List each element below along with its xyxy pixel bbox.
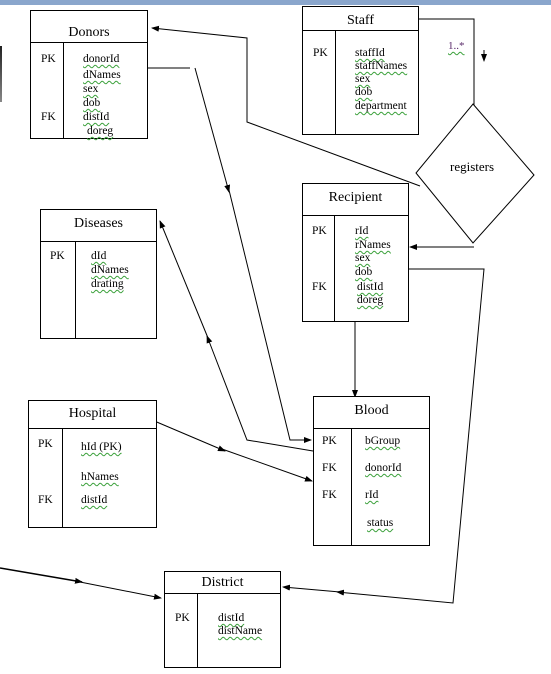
entity-title: Diseases: [41, 210, 156, 242]
recipient-district-line-b: [282, 584, 341, 593]
key-label: PK: [322, 435, 337, 447]
entity-donors: Donors PK FK donorId dNames sex dob distId doreg: [30, 10, 148, 139]
attribute: dob: [355, 266, 373, 278]
attribute: status: [367, 517, 394, 529]
attribute: dob: [83, 97, 101, 109]
key-label: PK: [50, 250, 65, 262]
key-label: FK: [322, 489, 337, 501]
donors-blood-line-b: [194, 67, 231, 193]
cardinality-label: 1..*: [448, 40, 465, 52]
attribute: distId: [357, 281, 384, 293]
hospital-blood-line: [151, 419, 226, 452]
column-divider: [334, 216, 335, 321]
column-divider: [335, 31, 336, 134]
key-label: PK: [175, 612, 190, 624]
column-divider: [62, 429, 63, 527]
key-label: PK: [313, 47, 328, 59]
key-label: PK: [38, 438, 53, 450]
column-divider: [197, 594, 198, 667]
entity-title: Hospital: [29, 401, 156, 429]
key-label: FK: [312, 281, 327, 293]
entity-title: Staff: [303, 7, 418, 31]
entity-title: Donors: [31, 11, 147, 43]
entity-hospital: Hospital PK FK hId (PK) hNames distId: [28, 400, 157, 528]
column-divider: [75, 242, 76, 338]
entity-district: District PK distId distName: [164, 571, 281, 668]
attribute: sex: [355, 252, 371, 264]
attribute: rId: [365, 489, 379, 501]
offpage-district-line-b: [79, 581, 162, 600]
attribute: hNames: [81, 471, 119, 483]
attribute: distId: [83, 111, 110, 123]
offpage-district-line: [0, 567, 83, 584]
entity-title: Blood: [314, 397, 429, 429]
staff-registers-line: [419, 18, 475, 114]
attribute: bGroup: [365, 435, 401, 447]
blood-diseases-line: [206, 335, 314, 452]
key-label: FK: [41, 111, 56, 123]
attribute: staffId: [355, 47, 385, 59]
attribute: hId (PK): [81, 441, 122, 453]
attribute: drating: [91, 278, 124, 290]
column-divider: [351, 429, 352, 545]
entity-blood: Blood PK FK FK bGroup donorId rId status: [313, 396, 430, 546]
key-label: PK: [41, 53, 56, 65]
attribute: rNames: [355, 239, 391, 251]
attribute: staffNames: [355, 60, 408, 72]
entity-diseases: Diseases PK dId dNames drating: [40, 209, 157, 339]
entity-recipient: Recipient PK FK rId rNames sex dob distId doreg: [302, 183, 409, 322]
attribute: department: [355, 100, 407, 112]
entity-staff: Staff PK staffId staffNames sex dob department: [302, 6, 419, 135]
attribute: donorId: [365, 462, 402, 474]
relationship-label: registers: [450, 159, 495, 174]
key-label: FK: [38, 494, 53, 506]
hospital-blood-line-b: [221, 448, 313, 482]
attribute: donorId: [83, 53, 120, 65]
key-label: PK: [312, 225, 327, 237]
attribute: doreg: [87, 125, 114, 137]
attribute: dob: [355, 86, 373, 98]
entity-title: District: [165, 572, 280, 594]
attribute: sex: [83, 83, 99, 95]
key-label: FK: [322, 462, 337, 474]
attribute: dId: [91, 250, 107, 262]
donors-blood-line-c: [228, 189, 312, 443]
attribute: dNames: [83, 69, 121, 81]
attribute: sex: [355, 73, 371, 85]
attribute: distId: [218, 612, 245, 624]
attribute: dNames: [91, 264, 129, 276]
column-divider: [63, 43, 64, 138]
entity-title: Recipient: [303, 184, 408, 216]
attribute: distId: [81, 494, 108, 506]
attribute: distName: [218, 625, 263, 637]
blood-diseases-line-b: [159, 220, 209, 339]
attribute: doreg: [357, 294, 384, 306]
attribute: rId: [355, 225, 369, 237]
